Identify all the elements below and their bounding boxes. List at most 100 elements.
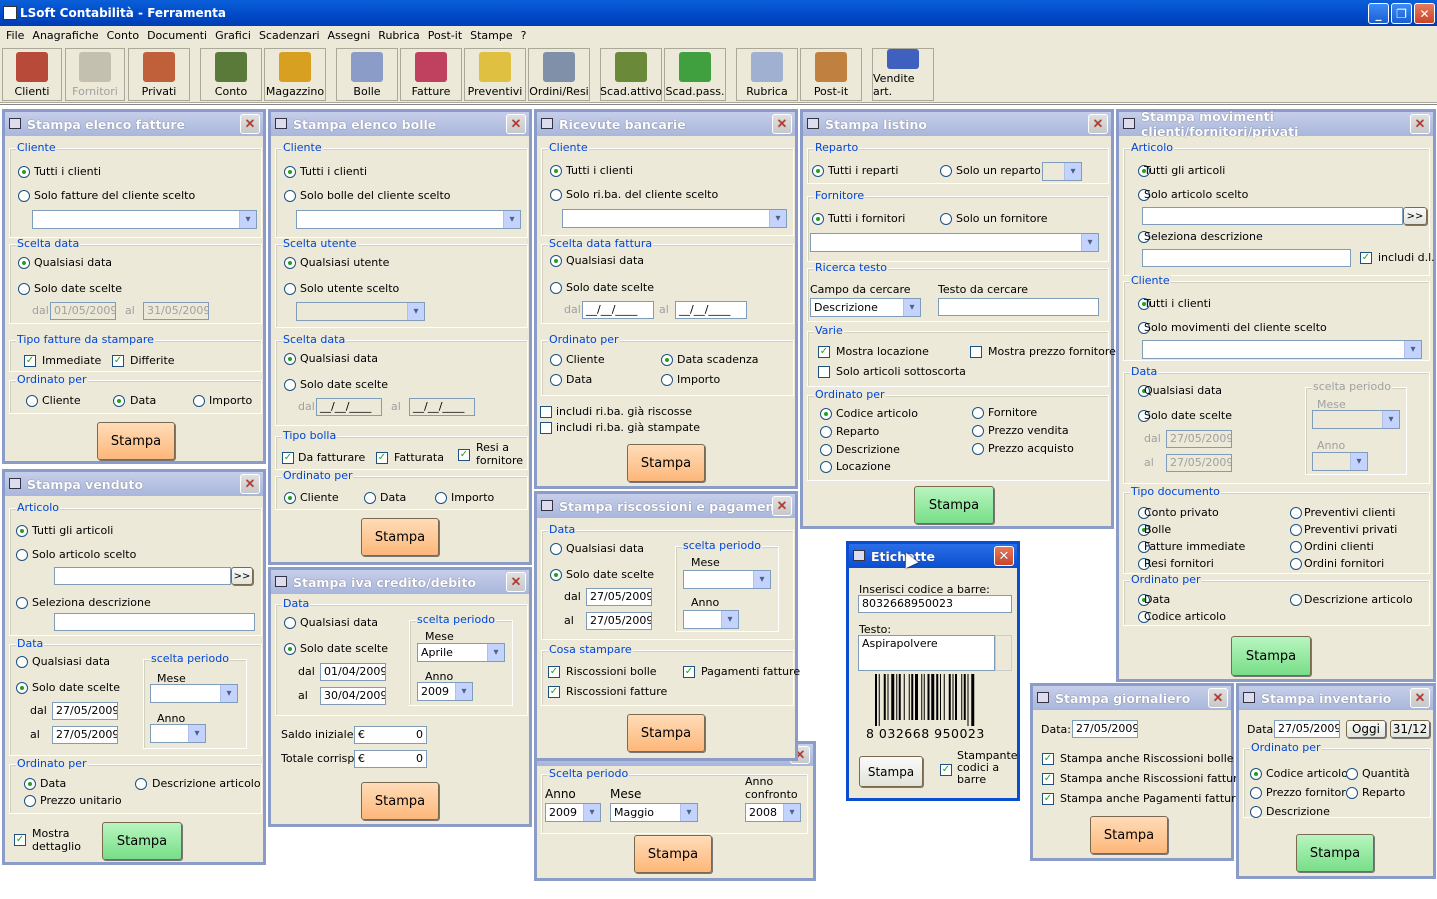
checkbox-stampante-codici[interactable]: ✓ <box>940 764 952 776</box>
radio-ord-quantita[interactable] <box>1346 768 1358 780</box>
radio-ord-codice[interactable] <box>820 408 832 420</box>
maximize-button[interactable]: ❐ <box>1391 3 1412 24</box>
radio-ord-locazione[interactable] <box>820 461 832 473</box>
checkbox-mostra-locazione[interactable]: ✓ <box>818 346 830 358</box>
date-from-input[interactable]: __/__/____ <box>582 301 654 319</box>
stampa-button[interactable]: Stampa <box>627 444 705 482</box>
radio-qualsiasi-data[interactable] <box>550 543 562 555</box>
browse-articolo-button[interactable]: >> <box>1403 207 1427 225</box>
radio-seleziona-descrizione[interactable] <box>16 597 28 609</box>
stampa-button[interactable]: Stampa <box>361 782 439 820</box>
radio-ord-fornitore[interactable] <box>972 407 984 419</box>
toolbar-privati-button[interactable]: Privati <box>128 48 190 101</box>
radio-ord-descrizione[interactable] <box>820 444 832 456</box>
radio-ordini-clienti[interactable] <box>1290 541 1302 553</box>
menu-documenti[interactable]: Documenti <box>143 29 211 42</box>
minimize-button[interactable]: _ <box>1368 3 1389 24</box>
oggi-button[interactable]: Oggi <box>1346 720 1386 738</box>
menu-assegni[interactable]: Assegni <box>324 29 375 42</box>
date-to-input[interactable]: 27/05/2009 <box>52 726 118 744</box>
browse-articolo-button[interactable]: >> <box>231 567 253 585</box>
radio-solo-reparto[interactable] <box>940 165 952 177</box>
radio-solo-date[interactable] <box>550 569 562 581</box>
close-window-button[interactable]: ✕ <box>506 114 526 134</box>
radio-ord-cliente[interactable] <box>26 395 38 407</box>
stampa-button[interactable]: Stampa <box>859 756 923 787</box>
radio-ord-reparto[interactable] <box>1346 787 1358 799</box>
radio-ord-prezzo-fornitore[interactable] <box>1250 787 1262 799</box>
descrizione-input[interactable] <box>1142 249 1351 267</box>
radio-qualsiasi-data[interactable] <box>18 257 30 269</box>
reparto-select[interactable] <box>1042 162 1082 181</box>
radio-ord-descrizione[interactable] <box>135 778 147 790</box>
anno-select[interactable] <box>1312 452 1368 471</box>
menu-help[interactable]: ? <box>517 29 531 42</box>
stampa-button[interactable]: Stampa <box>627 714 705 752</box>
mese-select[interactable] <box>683 570 771 589</box>
radio-qualsiasi-data[interactable] <box>284 353 296 365</box>
anno-confronto-select[interactable]: 2008 <box>745 803 801 822</box>
radio-solo-fornitore[interactable] <box>940 213 952 225</box>
testo-input[interactable] <box>938 298 1099 316</box>
menu-anagrafiche[interactable]: Anagrafiche <box>28 29 102 42</box>
radio-solo-cliente[interactable] <box>284 190 296 202</box>
checkbox-includi-stampate[interactable] <box>540 422 552 434</box>
toolbar-fornitori-button[interactable]: Fornitori <box>65 48 125 101</box>
radio-qualsiasi-utente[interactable] <box>284 257 296 269</box>
mese-select[interactable]: Aprile <box>417 643 505 662</box>
date-to-input[interactable]: 27/05/2009 <box>1166 454 1232 472</box>
textarea-scrollbar[interactable] <box>995 635 1012 671</box>
checkbox-differite[interactable]: ✓ <box>112 355 124 367</box>
stampa-button[interactable]: Stampa <box>102 822 182 860</box>
radio-tutti-clienti[interactable] <box>284 166 296 178</box>
totale-input[interactable]: €0 <box>354 750 427 768</box>
menu-stampe[interactable]: Stampe <box>466 29 517 42</box>
checkbox-solo-sottoscorta[interactable] <box>818 366 830 378</box>
close-window-button[interactable]: ✕ <box>240 474 260 494</box>
date-to-input[interactable]: 30/04/2009 <box>320 687 386 705</box>
date-to-input[interactable]: __/__/____ <box>409 398 475 416</box>
anno-select[interactable]: 2009 <box>417 682 473 701</box>
stampa-button[interactable]: Stampa <box>361 518 439 556</box>
date-from-input[interactable]: 27/05/2009 <box>52 702 118 720</box>
menu-grafici[interactable]: Grafici <box>211 29 255 42</box>
fine-anno-button[interactable]: 31/12 <box>1390 720 1430 738</box>
checkbox-mostra-dettaglio[interactable]: ✓ <box>14 834 26 846</box>
utente-select[interactable] <box>296 302 425 321</box>
checkbox-includi-riscosse[interactable] <box>540 406 552 418</box>
radio-tutti-clienti[interactable] <box>550 165 562 177</box>
cliente-select[interactable] <box>562 209 787 228</box>
menu-conto[interactable]: Conto <box>103 29 143 42</box>
checkbox-pagamenti-fatture[interactable]: ✓ <box>683 666 695 678</box>
radio-ord-descrizione[interactable] <box>1290 594 1302 606</box>
toolbar-preventivi-button[interactable]: Preventivi <box>464 48 526 101</box>
radio-ord-descrizione[interactable] <box>1250 806 1262 818</box>
radio-ord-cliente[interactable] <box>550 354 562 366</box>
stampa-button[interactable]: Stampa <box>1090 816 1168 854</box>
stampa-button[interactable]: Stampa <box>97 422 175 460</box>
radio-preventivi-clienti[interactable] <box>1290 507 1302 519</box>
checkbox-resi-fornitore[interactable]: ✓ <box>458 449 470 461</box>
radio-ord-prezzo-acquisto[interactable] <box>972 443 984 455</box>
toolbar-vendite-art-button[interactable]: Vendite art. <box>872 48 934 101</box>
radio-preventivi-privati[interactable] <box>1290 524 1302 536</box>
close-window-button[interactable]: ✕ <box>1410 688 1430 708</box>
close-window-button[interactable]: ✕ <box>772 114 792 134</box>
close-window-button[interactable]: ✕ <box>772 496 792 516</box>
cliente-select[interactable] <box>296 210 521 229</box>
radio-ord-prezzo[interactable] <box>24 795 36 807</box>
toolbar-post-it-button[interactable]: Post-it <box>800 48 862 101</box>
stampa-button[interactable]: Stampa <box>914 486 994 524</box>
checkbox-includi-dl[interactable]: ✓ <box>1360 252 1372 264</box>
date-from-input[interactable]: 27/05/2009 <box>1166 430 1232 448</box>
radio-ord-data[interactable] <box>364 492 376 504</box>
cliente-select[interactable] <box>32 210 257 229</box>
radio-solo-utente[interactable] <box>284 283 296 295</box>
checkbox-riscossioni-fatture[interactable]: ✓ <box>1042 773 1054 785</box>
toolbar-magazzino-button[interactable]: Magazzino <box>264 48 326 101</box>
radio-qualsiasi-data[interactable] <box>550 255 562 267</box>
radio-ord-data[interactable] <box>550 374 562 386</box>
saldo-input[interactable]: €0 <box>354 726 427 744</box>
close-app-button[interactable]: ✕ <box>1414 3 1435 24</box>
data-input[interactable]: 27/05/2009 <box>1274 720 1340 738</box>
